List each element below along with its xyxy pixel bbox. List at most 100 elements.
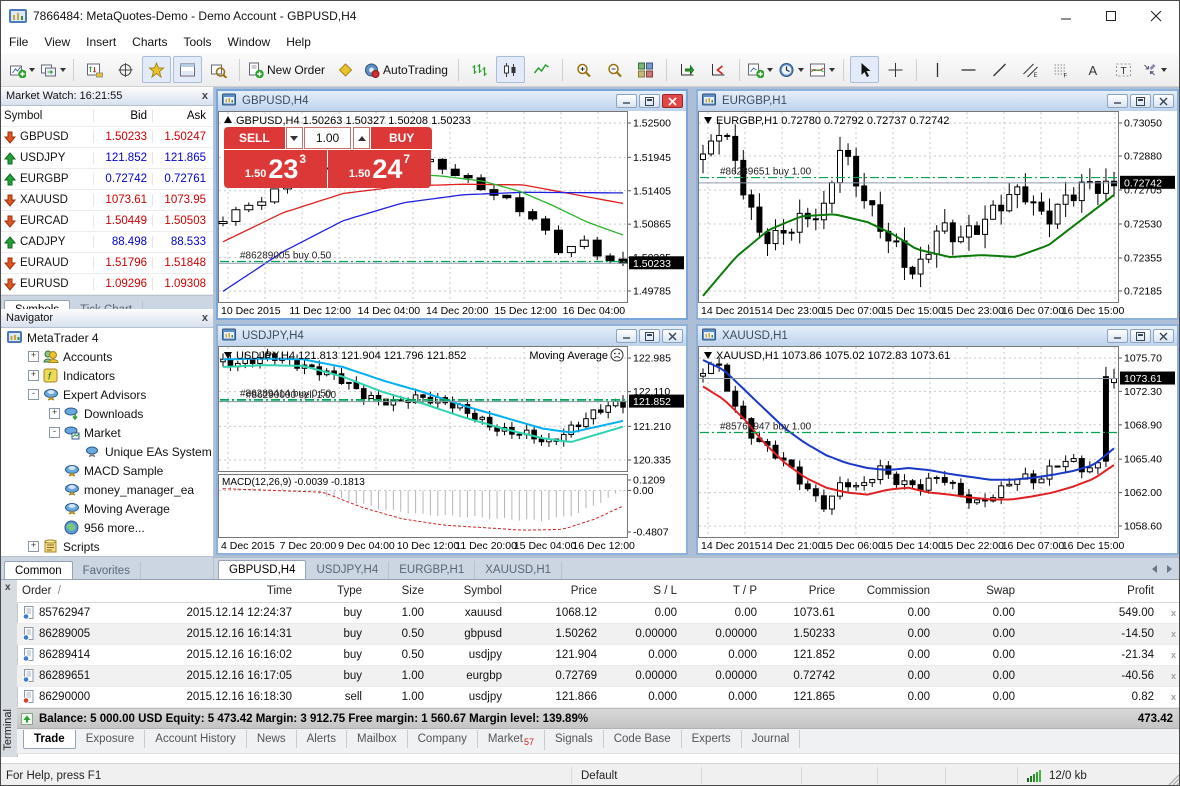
expand-icon[interactable]: +	[49, 408, 60, 419]
col-type[interactable]: Type	[297, 585, 367, 597]
close-position-icon[interactable]: x	[1171, 671, 1176, 681]
status-profile[interactable]: Default	[571, 767, 701, 784]
chart-close-button[interactable]	[1153, 329, 1174, 343]
market-watch-row[interactable]: USDJPY 121.852 121.865	[1, 148, 213, 169]
text-button[interactable]: A	[1078, 56, 1107, 83]
chart-window-titlebar[interactable]: GBPUSD,H4	[218, 91, 686, 111]
periods-button[interactable]	[777, 56, 806, 83]
terminal-tab-signals[interactable]: Signals	[545, 730, 604, 748]
chart-restore-button[interactable]	[1130, 94, 1151, 108]
zoom-out-button[interactable]	[600, 56, 629, 83]
profiles-dropdown-icon[interactable]	[59, 67, 66, 72]
chart-body[interactable]: 122.985 122.110 121.210 120.335 #86289414 bu…	[218, 346, 686, 553]
market-watch-row[interactable]: EURAUD 1.51796 1.51848	[1, 253, 213, 274]
chart-tab-USDJPY-H4[interactable]: USDJPY,H4	[306, 561, 390, 579]
sell-button[interactable]: SELL	[224, 127, 285, 149]
volume-input[interactable]: 1.00	[303, 127, 352, 149]
col-swap[interactable]: Swap	[935, 585, 1020, 597]
menu-charts[interactable]: Charts	[124, 33, 175, 51]
resize-grip[interactable]	[1167, 773, 1179, 786]
tab-scroll-right-icon[interactable]	[1167, 565, 1172, 573]
autotrading-button[interactable]: AutoTrading	[362, 56, 452, 83]
horizontal-line-button[interactable]	[954, 56, 983, 83]
chart-restore-button[interactable]	[639, 329, 660, 343]
market-watch-row[interactable]: GBPUSD 1.50233 1.50247	[1, 127, 213, 148]
periods-dropdown-icon[interactable]	[798, 67, 805, 72]
navigator-item-metatrader-4[interactable]: MetaTrader 4	[1, 328, 213, 347]
trade-table-row[interactable]: 86290000 2015.12.16 16:18:30 sell 1.00 usdjp…	[17, 687, 1179, 708]
zoom-in-button[interactable]	[569, 56, 598, 83]
col-price[interactable]: Price	[507, 585, 602, 597]
candle-chart-button[interactable]	[495, 56, 525, 83]
trade-table-row[interactable]: 86289414 2015.12.16 16:16:02 buy 0.50 usdjpy…	[17, 645, 1179, 666]
menu-window[interactable]: Window	[220, 33, 279, 51]
navigator-item-downloads[interactable]: + Downloads	[1, 404, 213, 423]
col-size[interactable]: Size	[367, 585, 429, 597]
terminal-tab-news[interactable]: News	[247, 730, 297, 748]
vertical-line-button[interactable]	[923, 56, 952, 83]
col-symbol[interactable]: Symbol	[429, 585, 507, 597]
template-add-button[interactable]	[746, 56, 775, 83]
chart-minimize-button[interactable]	[1107, 94, 1128, 108]
terminal-tab-experts[interactable]: Experts	[682, 730, 742, 748]
chart-window-titlebar[interactable]: XAUUSD,H1	[698, 326, 1177, 346]
menu-tools[interactable]: Tools	[176, 33, 220, 51]
scroll-to-end-button[interactable]	[673, 56, 702, 83]
col-sl[interactable]: S / L	[602, 585, 682, 597]
navigator-item-macd-sample[interactable]: MACD Sample	[1, 461, 213, 480]
market-watch-row[interactable]: XAUUSD 1073.61 1073.95	[1, 190, 213, 211]
chart-body[interactable]: 1075.70 1072.30 1068.90 1065.40 1062.00 1058.…	[698, 346, 1177, 553]
terminal-close-icon[interactable]: x	[5, 583, 11, 593]
navigator-toggle-button[interactable]	[142, 56, 171, 83]
bar-chart-button[interactable]	[465, 56, 494, 83]
auto-scroll-button[interactable]	[704, 56, 733, 83]
text-label-button[interactable]: T	[1109, 56, 1138, 83]
terminal-tab-alerts[interactable]: Alerts	[297, 730, 347, 748]
chart-close-button[interactable]	[662, 329, 683, 343]
chart-restore-button[interactable]	[639, 94, 660, 108]
chart-minimize-button[interactable]	[616, 329, 637, 343]
navigator-item-scripts[interactable]: + Scripts	[1, 537, 213, 556]
col-order[interactable]: Order /	[17, 585, 147, 597]
chart-canvas-USDJPY,H4[interactable]: 122.985122.110121.210120.335#86289414 bu…	[218, 346, 686, 553]
template-add-dropdown-icon[interactable]	[767, 67, 774, 72]
equidistant-channel-button[interactable]: E	[1016, 56, 1045, 83]
chart-canvas-XAUUSD,H1[interactable]: 1075.70 1072.30 1068.90 1065.40 1062.00 1058.…	[698, 346, 1177, 553]
script-icon-button[interactable]	[331, 56, 360, 83]
col-price2[interactable]: Price	[762, 585, 840, 597]
close-position-icon[interactable]: x	[1171, 608, 1176, 618]
trendline-button[interactable]	[985, 56, 1014, 83]
new-chart-dropdown-icon[interactable]	[28, 67, 35, 72]
chart-tab-EURGBP-H1[interactable]: EURGBP,H1	[389, 561, 476, 579]
indicators-template-button[interactable]	[808, 56, 837, 83]
col-profit[interactable]: Profit	[1020, 585, 1159, 597]
terminal-tab-trade[interactable]: Trade	[23, 730, 76, 749]
line-chart-button[interactable]	[527, 56, 556, 83]
navigator-close-icon[interactable]: x	[202, 313, 208, 324]
navigator-item-expert-advisors[interactable]: - Expert Advisors	[1, 385, 213, 404]
new-order-button[interactable]: New Order	[246, 56, 329, 83]
arrows-dropdown-icon[interactable]	[1161, 67, 1168, 72]
window-close-button[interactable]	[1134, 1, 1179, 31]
navigator-item-market[interactable]: - Market	[1, 423, 213, 442]
terminal-tab-code-base[interactable]: Code Base	[604, 730, 682, 748]
chart-canvas-EURGBP,H1[interactable]: 0.730500.728800.727050.725300.723550.721…	[698, 111, 1177, 318]
market-watch-close-icon[interactable]: x	[202, 91, 208, 102]
trade-table-row[interactable]: 86289651 2015.12.16 16:17:05 buy 1.00 eurgbp…	[17, 666, 1179, 687]
navigator-item-unique-eas-system-05[interactable]: Unique EAs System 05	[1, 442, 213, 461]
collapse-icon[interactable]: -	[28, 389, 39, 400]
fibonacci-button[interactable]: F	[1047, 56, 1076, 83]
trade-table-row[interactable]: 85762947 2015.12.14 12:24:37 buy 1.00 xauusd…	[17, 603, 1179, 624]
collapse-icon[interactable]: -	[49, 427, 60, 438]
close-position-icon[interactable]: x	[1171, 650, 1176, 660]
trade-table-row[interactable]: 86289005 2015.12.16 16:14:31 buy 0.50 gbpusd…	[17, 624, 1179, 645]
window-minimize-button[interactable]	[1044, 1, 1089, 31]
expand-icon[interactable]: +	[28, 541, 39, 552]
indicators-template-dropdown-icon[interactable]	[829, 67, 836, 72]
arrows-button[interactable]	[1140, 56, 1169, 83]
navigator-item-money-manager-ea[interactable]: money_manager_ea	[1, 480, 213, 499]
terminal-tab-market[interactable]: Market57	[478, 730, 546, 751]
terminal-tab-journal[interactable]: Journal	[742, 730, 801, 748]
terminal-toggle-button[interactable]	[173, 56, 202, 83]
navigator-item-accounts[interactable]: + Accounts	[1, 347, 213, 366]
